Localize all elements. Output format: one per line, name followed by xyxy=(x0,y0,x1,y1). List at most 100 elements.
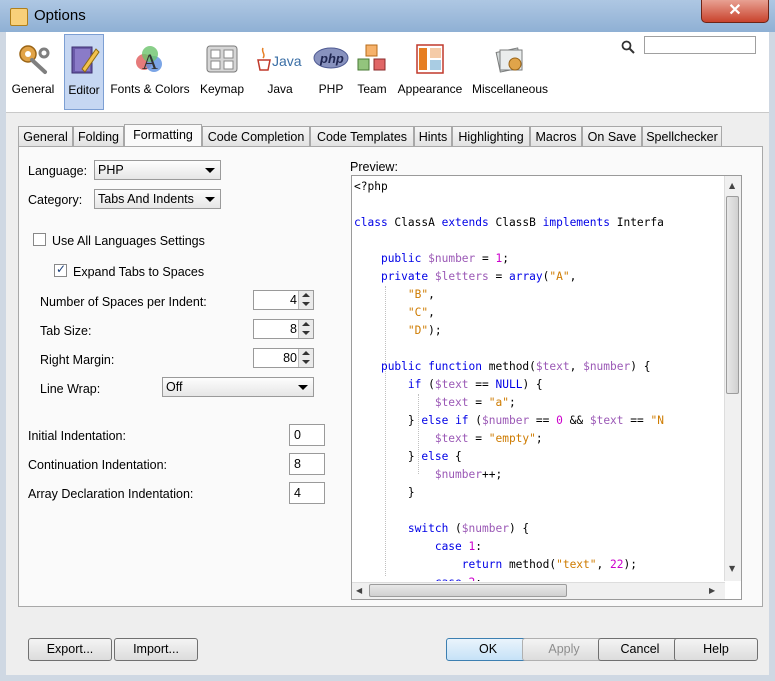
tab-code-templates[interactable]: Code Templates xyxy=(310,126,414,146)
tab-hints[interactable]: Hints xyxy=(414,126,452,146)
language-value: PHP xyxy=(98,163,124,177)
help-button[interactable]: Help xyxy=(674,638,758,661)
category-php[interactable]: php PHP xyxy=(310,34,352,108)
spinner-down-icon[interactable] xyxy=(302,302,310,306)
tab-size-label: Tab Size: xyxy=(40,324,92,338)
tab-folding[interactable]: Folding xyxy=(73,126,124,146)
search-icon xyxy=(621,40,635,54)
tab-on-save[interactable]: On Save xyxy=(582,126,642,146)
category-keymap[interactable]: Keymap xyxy=(196,34,248,108)
spinner-buttons[interactable] xyxy=(298,349,313,367)
code-token: , xyxy=(569,270,577,283)
spinner-buttons[interactable] xyxy=(298,291,313,309)
code-token: } xyxy=(354,450,422,463)
preview-editor[interactable]: <?php class ClassA extends ClassB implem… xyxy=(351,175,742,600)
formatting-panel: Language: PHP Category: Tabs And Indents… xyxy=(18,146,763,607)
horizontal-scroll-thumb[interactable] xyxy=(369,584,567,597)
category-miscellaneous[interactable]: Miscellaneous xyxy=(468,34,552,108)
scroll-down-icon[interactable]: ▼ xyxy=(729,564,735,573)
category-team[interactable]: Team xyxy=(352,34,392,108)
code-token: , xyxy=(596,558,610,571)
initial-indentation-field[interactable]: 0 xyxy=(289,424,325,446)
export-button[interactable]: Export... xyxy=(28,638,112,661)
category-select[interactable]: Tabs And Indents xyxy=(94,189,221,209)
spinner-down-icon[interactable] xyxy=(302,360,310,364)
spinner-up-icon[interactable] xyxy=(302,351,310,355)
title-bar[interactable]: Options ✕ xyxy=(0,0,775,32)
close-button[interactable]: ✕ xyxy=(701,0,769,23)
scroll-up-icon[interactable]: ▲ xyxy=(729,181,735,190)
cancel-button[interactable]: Cancel xyxy=(598,638,682,661)
close-icon: ✕ xyxy=(728,2,742,19)
pencil-notebook-icon xyxy=(66,43,102,77)
code-token: $number xyxy=(583,360,631,373)
code-token: Interfa xyxy=(609,216,664,229)
code-token: "text" xyxy=(556,558,597,571)
category-fonts-colors[interactable]: A Fonts & Colors xyxy=(106,34,194,108)
line-wrap-select[interactable]: Off xyxy=(162,377,314,397)
code-token: : xyxy=(475,540,483,553)
horizontal-scrollbar[interactable]: ◀ ▶ xyxy=(352,582,725,599)
code-token: : xyxy=(475,576,482,581)
vertical-scrollbar[interactable]: ▲ ▼ xyxy=(724,176,741,581)
apply-button[interactable]: Apply xyxy=(522,638,606,661)
array-indentation-field[interactable]: 4 xyxy=(289,482,325,504)
wrench-gear-icon xyxy=(15,42,51,76)
code-line: } else if ($number == 0 && $text == "N xyxy=(354,412,724,430)
right-margin-spinner[interactable]: 80 xyxy=(253,348,314,368)
tab-highlighting[interactable]: Highlighting xyxy=(452,126,530,146)
code-token: if xyxy=(455,414,469,427)
code-line: private $letters = array("A", xyxy=(354,268,724,286)
vertical-scroll-thumb[interactable] xyxy=(726,196,739,394)
ok-button[interactable]: OK xyxy=(446,638,530,661)
code-token: case xyxy=(435,576,462,581)
tab-size-spinner[interactable]: 8 xyxy=(253,319,314,339)
category-label: Appearance xyxy=(397,82,463,96)
code-token: 0 xyxy=(556,414,563,427)
search-input[interactable] xyxy=(644,36,756,54)
tab-general[interactable]: General xyxy=(18,126,73,146)
category-appearance[interactable]: Appearance xyxy=(394,34,466,108)
code-token: , xyxy=(569,360,584,373)
window-title: Options xyxy=(34,7,86,24)
spaces-per-indent-spinner[interactable]: 4 xyxy=(253,290,314,310)
import-button[interactable]: Import... xyxy=(114,638,198,661)
category-editor[interactable]: Editor xyxy=(64,34,104,110)
code-token: "C" xyxy=(407,306,429,319)
tab-macros[interactable]: Macros xyxy=(530,126,582,146)
java-cup-icon: Java xyxy=(254,42,306,76)
tab-code-completion[interactable]: Code Completion xyxy=(202,126,310,146)
spinner-up-icon[interactable] xyxy=(302,322,310,326)
code-token: method( xyxy=(482,360,536,373)
code-token: NULL xyxy=(495,378,523,391)
spinner-up-icon[interactable] xyxy=(302,293,310,297)
code-line: } else { xyxy=(354,448,724,466)
code-token: , xyxy=(428,306,435,319)
tab-formatting[interactable]: Formatting xyxy=(124,124,202,147)
scroll-left-icon[interactable]: ◀ xyxy=(356,586,362,595)
spinner-buttons[interactable] xyxy=(298,320,313,338)
continuation-indentation-field[interactable]: 8 xyxy=(289,453,325,475)
code-token: switch xyxy=(407,522,449,535)
scroll-right-icon[interactable]: ▶ xyxy=(709,586,715,595)
code-token: ClassB xyxy=(488,216,543,229)
category-label: Miscellaneous xyxy=(471,82,549,96)
category-general[interactable]: General xyxy=(8,34,58,108)
code-token: ClassA xyxy=(387,216,442,229)
code-token: { xyxy=(448,450,462,463)
code-token: ; xyxy=(502,252,509,265)
code-line: "B", xyxy=(354,286,724,304)
use-all-languages-checkbox[interactable] xyxy=(33,233,46,246)
tab-spellchecker[interactable]: Spellchecker xyxy=(642,126,722,146)
code-line: } xyxy=(354,484,724,502)
right-margin-label: Right Margin: xyxy=(40,353,115,367)
chevron-down-icon xyxy=(298,385,308,390)
spinner-down-icon[interactable] xyxy=(302,331,310,335)
language-select[interactable]: PHP xyxy=(94,160,221,180)
category-java[interactable]: Java Java xyxy=(252,34,308,108)
expand-tabs-checkbox[interactable] xyxy=(54,262,67,277)
code-token: ; xyxy=(508,396,516,409)
